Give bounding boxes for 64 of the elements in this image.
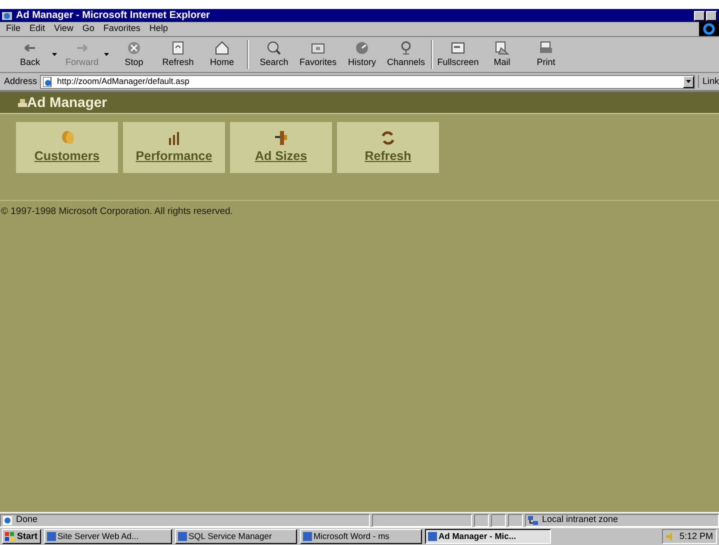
copyright-text: © 1997-1998 Microsoft Corporation. All rights reserved. (0, 205, 234, 219)
status-panel (508, 514, 523, 526)
dropdown-arrow-icon[interactable] (52, 53, 57, 56)
window-title: Ad Manager - Microsoft Internet Explorer (16, 10, 210, 20)
toolbar-button[interactable]: Back (8, 37, 60, 72)
network-icon (528, 516, 538, 524)
browser-icon (2, 10, 12, 20)
nav-link[interactable]: Refresh (337, 122, 439, 173)
status-panel (474, 514, 489, 526)
stop-icon (126, 40, 142, 56)
toolbar-button[interactable]: Home (200, 37, 244, 72)
toolbar-button[interactable]: Search (252, 37, 296, 72)
minimize-button[interactable] (694, 10, 705, 20)
history-icon (354, 40, 370, 56)
taskbar-button[interactable]: Microsoft Word - ms (300, 529, 422, 544)
mail-icon (494, 40, 510, 56)
page-icon (43, 76, 54, 86)
taskbar-button[interactable]: Site Server Web Ad... (44, 529, 172, 544)
clock: 5:12 PM (679, 530, 713, 543)
refresh-icon (379, 129, 397, 148)
app-icon (428, 532, 437, 541)
menu-item[interactable]: Edit (30, 22, 46, 36)
toolbar-button[interactable]: Stop (112, 37, 156, 72)
page-header: Ad Manager (0, 92, 719, 114)
menu-item[interactable]: View (54, 22, 74, 36)
nav-link[interactable]: Customers (16, 122, 118, 173)
toolbar-button[interactable]: History (340, 37, 384, 72)
taskbar-button[interactable]: SQL Service Manager (174, 529, 297, 544)
logo-icon (18, 98, 27, 107)
toolbar-button[interactable]: Refresh (156, 37, 200, 72)
start-button[interactable]: Start (2, 529, 41, 544)
app-icon (178, 532, 187, 541)
address-label: Address (4, 74, 38, 88)
ring-icon (703, 23, 715, 35)
menu-item[interactable]: Favorites (103, 22, 140, 36)
toolbar-button[interactable]: Mail (480, 37, 524, 72)
toolbar-button[interactable]: Fullscreen (436, 37, 480, 72)
nav-link[interactable]: Ad Sizes (230, 122, 332, 173)
nav-link[interactable]: Performance (123, 122, 225, 173)
home-icon (214, 40, 230, 56)
caret-icon (686, 80, 692, 83)
search-icon (266, 40, 282, 56)
page-icon (3, 516, 12, 524)
links-button[interactable]: Link (698, 74, 719, 88)
app-icon (302, 532, 312, 541)
status-panel (491, 514, 506, 526)
maximize-button[interactable] (706, 10, 717, 20)
refresh-icon (170, 40, 186, 56)
windows-flag-icon (5, 532, 15, 541)
menu-item[interactable]: Go (82, 22, 94, 36)
status-panel: Done (0, 514, 370, 526)
menu-item[interactable]: File (6, 22, 21, 36)
adsizes-icon (272, 129, 290, 148)
print-icon (538, 40, 554, 56)
app-icon (46, 532, 56, 541)
menu-item[interactable]: Help (149, 22, 168, 36)
toolbar-button[interactable]: Favorites (296, 37, 340, 72)
fullscreen-icon (450, 40, 466, 56)
toolbar-button[interactable]: Channels (384, 37, 428, 72)
taskbar-button[interactable]: Ad Manager - Mic... (424, 529, 551, 544)
address-field[interactable]: http://zoom/AdManager/default.asp (40, 74, 696, 88)
dropdown-button[interactable] (683, 76, 694, 88)
toolbar-button[interactable]: Print (524, 37, 568, 72)
zone-panel: Local intranet zone (525, 514, 719, 526)
